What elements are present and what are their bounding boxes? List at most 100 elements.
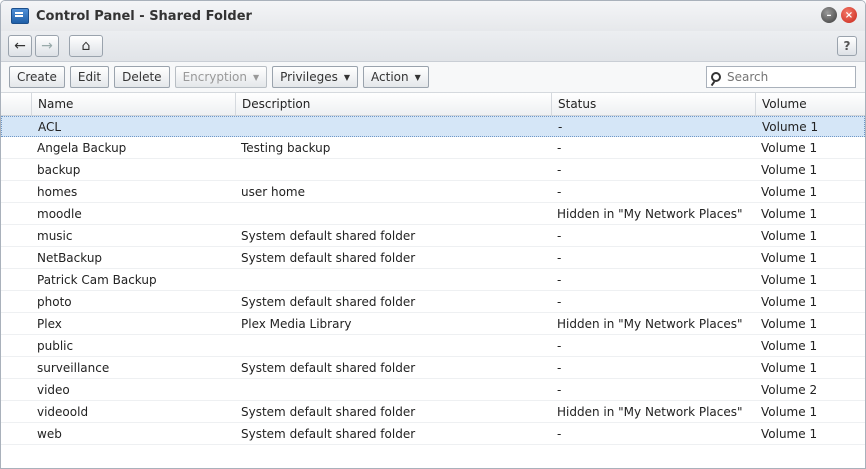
cell-volume: Volume 1 bbox=[761, 294, 818, 309]
table-row[interactable]: web System default shared folder - Volume 1 bbox=[1, 423, 865, 445]
cell-status: - bbox=[557, 272, 562, 287]
table-row[interactable]: ACL - Volume 1 bbox=[1, 116, 865, 137]
cell-description: Plex Media Library bbox=[241, 316, 352, 331]
cell-description: System default shared folder bbox=[241, 426, 416, 441]
cell-description bbox=[235, 335, 551, 356]
cell-status: - bbox=[557, 140, 562, 155]
cell-description bbox=[235, 159, 551, 180]
cell-volume: Volume 1 bbox=[761, 140, 818, 155]
delete-button[interactable]: Delete bbox=[114, 66, 170, 88]
cell-volume: Volume 1 bbox=[761, 360, 818, 375]
table-row[interactable]: surveillance System default shared folder… bbox=[1, 357, 865, 379]
table-row[interactable]: videoold System default shared folder Hidd… bbox=[1, 401, 865, 423]
cell-description: System default shared folder bbox=[241, 360, 416, 375]
table-row[interactable]: photo System default shared folder - Volume… bbox=[1, 291, 865, 313]
cell-volume: Volume 1 bbox=[761, 206, 818, 221]
search-icon bbox=[711, 72, 721, 82]
search-input[interactable] bbox=[725, 69, 849, 85]
title-bar[interactable]: Control Panel - Shared Folder – × bbox=[1, 1, 865, 31]
cell-name: video bbox=[37, 382, 70, 397]
window-title: Control Panel - Shared Folder bbox=[36, 8, 252, 24]
cell-status: - bbox=[557, 338, 562, 353]
cell-name: homes bbox=[37, 184, 78, 199]
table-row[interactable]: Angela Backup Testing backup - Volume 1 bbox=[1, 137, 865, 159]
cell-status: - bbox=[558, 119, 563, 134]
cell-name: web bbox=[37, 426, 62, 441]
cell-name: videoold bbox=[37, 404, 89, 419]
row-spacer bbox=[1, 269, 31, 290]
control-panel-window: Control Panel - Shared Folder – × ← → ⌂ … bbox=[0, 0, 866, 469]
table-row[interactable]: music System default shared folder - Volume… bbox=[1, 225, 865, 247]
table-row[interactable]: Plex Plex Media Library Hidden in "My Netw… bbox=[1, 313, 865, 335]
forward-button[interactable]: → bbox=[35, 35, 59, 57]
table-row[interactable]: NetBackup System default shared folder - Vo… bbox=[1, 247, 865, 269]
cell-name: photo bbox=[37, 294, 72, 309]
row-spacer bbox=[1, 203, 31, 224]
cell-volume: Volume 1 bbox=[761, 316, 818, 331]
cell-status: - bbox=[557, 360, 562, 375]
table-row[interactable]: Patrick Cam Backup - Volume 1 bbox=[1, 269, 865, 291]
cell-description: System default shared folder bbox=[241, 250, 416, 265]
control-panel-icon bbox=[11, 8, 29, 24]
caret-down-icon: ▼ bbox=[253, 72, 260, 82]
table-row[interactable]: moodle Hidden in "My Network Places" Volum… bbox=[1, 203, 865, 225]
row-spacer bbox=[1, 159, 31, 180]
minimize-icon[interactable]: – bbox=[821, 7, 837, 23]
encryption-label: Encryption bbox=[182, 70, 247, 84]
encryption-dropdown[interactable]: Encryption ▼ bbox=[174, 66, 268, 88]
cell-volume: Volume 1 bbox=[762, 119, 819, 134]
privileges-dropdown[interactable]: Privileges ▼ bbox=[272, 66, 359, 88]
header-status[interactable]: Status bbox=[551, 93, 755, 115]
nav-bar: ← → ⌂ ? bbox=[1, 31, 865, 62]
table-row[interactable]: backup - Volume 1 bbox=[1, 159, 865, 181]
cell-description bbox=[235, 379, 551, 400]
cell-volume: Volume 1 bbox=[761, 404, 818, 419]
table-body: ACL - Volume 1 Angela Backup Testing backup -… bbox=[1, 116, 865, 445]
cell-name: Patrick Cam Backup bbox=[37, 272, 157, 287]
cell-description: Testing backup bbox=[241, 140, 331, 155]
row-spacer bbox=[1, 401, 31, 422]
table-header: Name Description Status Volume bbox=[1, 93, 865, 116]
cell-volume: Volume 1 bbox=[761, 338, 818, 353]
table-row[interactable]: homes user home - Volume 1 bbox=[1, 181, 865, 203]
home-button[interactable]: ⌂ bbox=[69, 35, 103, 57]
cell-description: System default shared folder bbox=[241, 294, 416, 309]
cell-description bbox=[236, 117, 552, 136]
table-row[interactable]: public - Volume 1 bbox=[1, 335, 865, 357]
header-volume[interactable]: Volume bbox=[755, 93, 855, 115]
cell-status: - bbox=[557, 294, 562, 309]
row-spacer bbox=[1, 137, 31, 158]
cell-status: Hidden in "My Network Places" bbox=[557, 206, 743, 221]
row-spacer bbox=[1, 291, 31, 312]
cell-volume: Volume 1 bbox=[761, 272, 818, 287]
row-spacer bbox=[1, 379, 31, 400]
toolbar: Create Edit Delete Encryption ▼ Privileg… bbox=[1, 62, 865, 93]
back-button[interactable]: ← bbox=[8, 35, 32, 57]
close-icon[interactable]: × bbox=[841, 7, 857, 23]
cell-status: - bbox=[557, 184, 562, 199]
table-row[interactable]: video - Volume 2 bbox=[1, 379, 865, 401]
cell-name: moodle bbox=[37, 206, 82, 221]
header-name[interactable]: Name bbox=[31, 93, 235, 115]
action-label: Action bbox=[371, 70, 409, 84]
caret-down-icon: ▼ bbox=[414, 72, 421, 82]
cell-name: ACL bbox=[38, 119, 62, 134]
window-controls: – × bbox=[821, 7, 857, 23]
cell-volume: Volume 1 bbox=[761, 184, 818, 199]
row-spacer bbox=[1, 423, 31, 444]
create-button[interactable]: Create bbox=[9, 66, 65, 88]
row-spacer bbox=[1, 313, 31, 334]
cell-name: Angela Backup bbox=[37, 140, 127, 155]
edit-button[interactable]: Edit bbox=[69, 66, 110, 88]
search-box[interactable] bbox=[706, 66, 856, 88]
cell-name: public bbox=[37, 338, 74, 353]
action-dropdown[interactable]: Action ▼ bbox=[363, 66, 429, 88]
cell-description bbox=[235, 203, 551, 224]
caret-down-icon: ▼ bbox=[343, 72, 351, 82]
header-description[interactable]: Description bbox=[235, 93, 551, 115]
help-button[interactable]: ? bbox=[837, 36, 857, 56]
cell-status: Hidden in "My Network Places" bbox=[557, 316, 743, 331]
cell-volume: Volume 1 bbox=[761, 228, 818, 243]
cell-name: NetBackup bbox=[37, 250, 103, 265]
cell-volume: Volume 1 bbox=[761, 426, 818, 441]
